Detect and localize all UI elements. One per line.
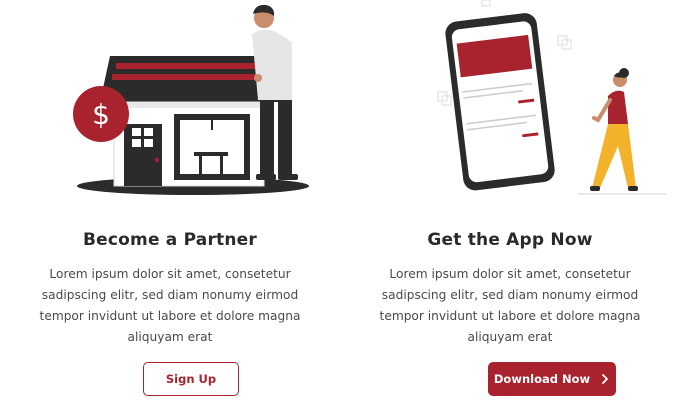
chevron-right-icon bbox=[602, 374, 609, 384]
download-now-button[interactable]: Download Now bbox=[488, 362, 616, 396]
store-illustration: $ bbox=[73, 4, 309, 195]
dollar-icon: $ bbox=[73, 86, 129, 142]
download-now-label: Download Now bbox=[493, 372, 591, 386]
app-title: Get the App Now bbox=[427, 230, 593, 250]
partner-card: $ Become a Partner Lorem ipsum dolor sit… bbox=[0, 0, 340, 400]
sign-up-label: Sign Up bbox=[165, 372, 217, 386]
app-description: Lorem ipsum dolor sit amet, consetetur s… bbox=[379, 267, 641, 344]
phone-illustration bbox=[437, 0, 666, 195]
sign-up-button[interactable]: Sign Up bbox=[143, 362, 239, 396]
app-card: Get the App Now Lorem ipsum dolor sit am… bbox=[340, 0, 680, 400]
svg-text:$: $ bbox=[92, 98, 110, 131]
partner-title: Become a Partner bbox=[83, 230, 257, 250]
partner-description: Lorem ipsum dolor sit amet, consetetur s… bbox=[39, 267, 301, 344]
